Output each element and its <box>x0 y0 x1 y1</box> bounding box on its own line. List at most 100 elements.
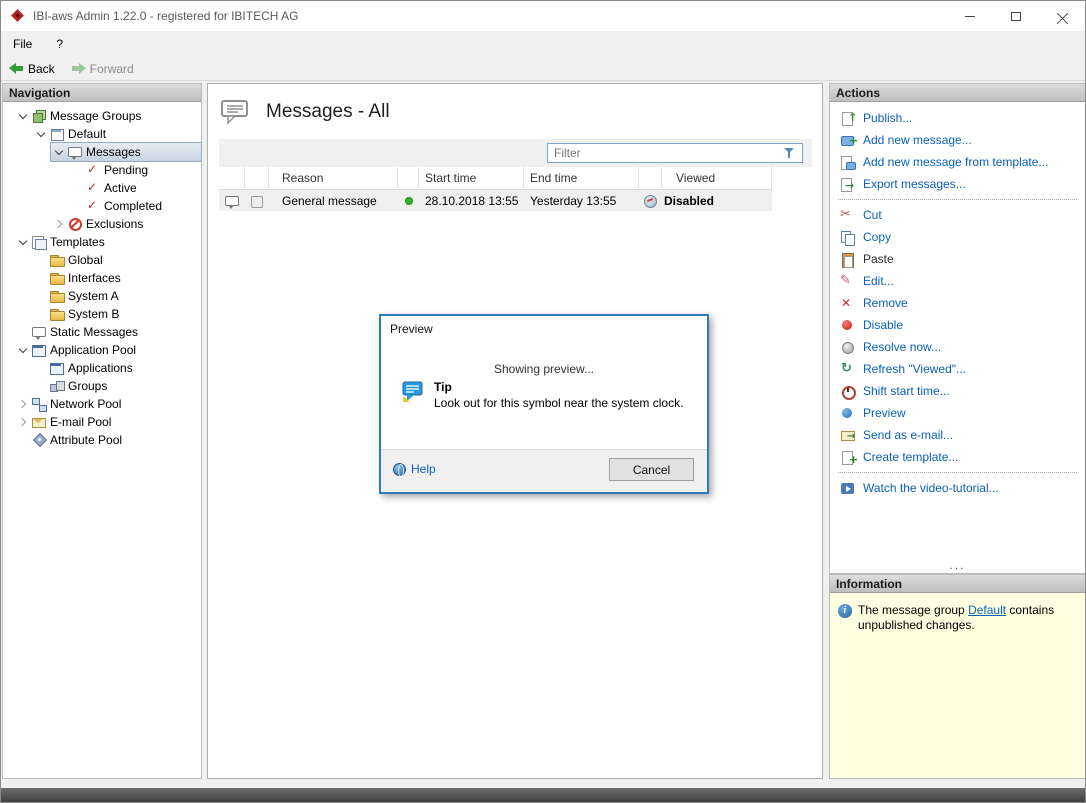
action-refresh-viewed[interactable]: Refresh "Viewed"... <box>830 358 1085 380</box>
action-shift-start-time[interactable]: Shift start time... <box>830 380 1085 402</box>
chevron-right-icon[interactable] <box>15 414 31 430</box>
tree-item-active[interactable]: Active <box>3 179 201 197</box>
tree-label: Applications <box>68 361 133 375</box>
action-edit[interactable]: Edit... <box>830 270 1085 292</box>
back-button[interactable]: Back <box>1 60 63 78</box>
action-add-from-template[interactable]: Add new message from template... <box>830 151 1085 173</box>
attribute-pool-icon <box>31 432 47 448</box>
maximize-button[interactable] <box>993 1 1039 31</box>
tree-item-application-pool[interactable]: Application Pool <box>3 341 201 359</box>
tree-item-applications[interactable]: Applications <box>3 359 201 377</box>
tree-item-pending[interactable]: Pending <box>3 161 201 179</box>
tree-item-email-pool[interactable]: E-mail Pool <box>3 413 201 431</box>
action-copy[interactable]: Copy <box>830 226 1085 248</box>
menu-bar: File ? <box>1 31 1085 57</box>
chevron-right-icon[interactable] <box>15 396 31 412</box>
column-header-type[interactable] <box>219 167 245 189</box>
action-paste[interactable]: Paste <box>830 248 1085 270</box>
action-publish[interactable]: Publish... <box>830 107 1085 129</box>
actions-header: Actions <box>830 84 1085 102</box>
dialog-title: Preview <box>390 322 433 336</box>
tree-item-interfaces[interactable]: Interfaces <box>3 269 201 287</box>
tree-item-static-messages[interactable]: Static Messages <box>3 323 201 341</box>
table-header-row: Reason Start time End time Viewed <box>219 167 772 190</box>
app-window: IBI-aws Admin 1.22.0 - registered for IB… <box>0 0 1086 803</box>
tree-item-default[interactable]: Default <box>3 125 201 143</box>
column-header-viewed-icon[interactable] <box>639 167 662 189</box>
more-actions-indicator[interactable]: ... <box>830 558 1085 572</box>
column-header-viewed[interactable]: Viewed <box>662 167 772 189</box>
tree-item-completed[interactable]: Completed <box>3 197 201 215</box>
filter-strip <box>219 139 812 167</box>
preview-dialog: Preview Showing preview... Tip Look out … <box>379 314 709 494</box>
disable-icon <box>840 318 855 333</box>
tree-item-templates[interactable]: Templates <box>3 233 201 251</box>
tree-label: Application Pool <box>50 343 137 357</box>
column-header-reason[interactable]: Reason <box>269 167 398 189</box>
tree-label: Templates <box>50 235 105 249</box>
action-create-template[interactable]: Create template... <box>830 446 1085 468</box>
action-preview[interactable]: Preview <box>830 402 1085 424</box>
action-remove[interactable]: Remove <box>830 292 1085 314</box>
action-cut[interactable]: Cut <box>830 204 1085 226</box>
tree-item-system-a[interactable]: System A <box>3 287 201 305</box>
navigation-header: Navigation <box>3 84 201 102</box>
export-icon <box>840 177 855 192</box>
action-watch-video-tutorial[interactable]: Watch the video-tutorial... <box>830 477 1085 499</box>
add-from-template-icon <box>840 155 856 170</box>
column-header-start-time[interactable]: Start time <box>419 167 524 189</box>
tree-label: Interfaces <box>68 271 121 285</box>
action-add-new-message[interactable]: Add new message... <box>830 129 1085 151</box>
chevron-down-icon[interactable] <box>15 342 31 358</box>
tree-item-system-b[interactable]: System B <box>3 305 201 323</box>
action-export-messages[interactable]: Export messages... <box>830 173 1085 195</box>
tree-label: Completed <box>104 199 163 213</box>
chevron-right-icon[interactable] <box>51 216 67 232</box>
static-messages-icon <box>31 324 47 340</box>
filter-funnel-icon[interactable] <box>783 147 797 160</box>
menu-file[interactable]: File <box>1 33 44 55</box>
chevron-down-icon[interactable] <box>51 144 67 160</box>
column-header-status[interactable] <box>398 167 419 189</box>
table-row[interactable]: General message 28.10.2018 13:55 Yesterd… <box>219 190 772 211</box>
viewed-status-icon <box>643 193 659 209</box>
tree-item-attribute-pool[interactable]: Attribute Pool <box>3 431 201 449</box>
folder-icon <box>49 288 65 304</box>
tree-item-messages[interactable]: Messages <box>3 142 202 162</box>
copy-icon <box>840 230 855 246</box>
clock-icon <box>840 384 856 400</box>
action-send-as-email[interactable]: Send as e-mail... <box>830 424 1085 446</box>
chevron-down-icon[interactable] <box>15 234 31 250</box>
tree-item-global[interactable]: Global <box>3 251 201 269</box>
action-disable[interactable]: Disable <box>830 314 1085 336</box>
window-bottom-edge <box>1 788 1085 802</box>
cancel-button[interactable]: Cancel <box>609 458 694 481</box>
forward-button[interactable]: Forward <box>63 60 142 78</box>
help-link[interactable]: Help <box>393 462 436 477</box>
tree-item-network-pool[interactable]: Network Pool <box>3 395 201 413</box>
title-bar: IBI-aws Admin 1.22.0 - registered for IB… <box>1 1 1085 31</box>
tree-item-exclusions[interactable]: Exclusions <box>3 215 201 233</box>
close-button[interactable] <box>1039 1 1085 31</box>
column-header-display[interactable] <box>245 167 269 189</box>
minimize-button[interactable] <box>947 1 993 31</box>
tree-label: Static Messages <box>50 325 139 339</box>
menu-help[interactable]: ? <box>44 33 75 55</box>
filter-input[interactable] <box>548 146 783 160</box>
applications-icon <box>49 360 65 376</box>
actions-panel: Actions Publish... Add new message... Ad… <box>829 83 1085 574</box>
tree-item-groups[interactable]: Groups <box>3 377 201 395</box>
tree-item-message-groups[interactable]: Message Groups <box>3 107 201 125</box>
column-header-end-time[interactable]: End time <box>524 167 639 189</box>
video-icon <box>840 481 855 496</box>
action-resolve-now[interactable]: Resolve now... <box>830 336 1085 358</box>
chevron-down-icon[interactable] <box>33 126 49 142</box>
default-group-link[interactable]: Default <box>968 603 1006 617</box>
cell-viewed: Disabled <box>664 193 715 208</box>
groups-icon <box>49 378 65 394</box>
back-label: Back <box>28 61 55 76</box>
chevron-down-icon[interactable] <box>15 108 31 124</box>
